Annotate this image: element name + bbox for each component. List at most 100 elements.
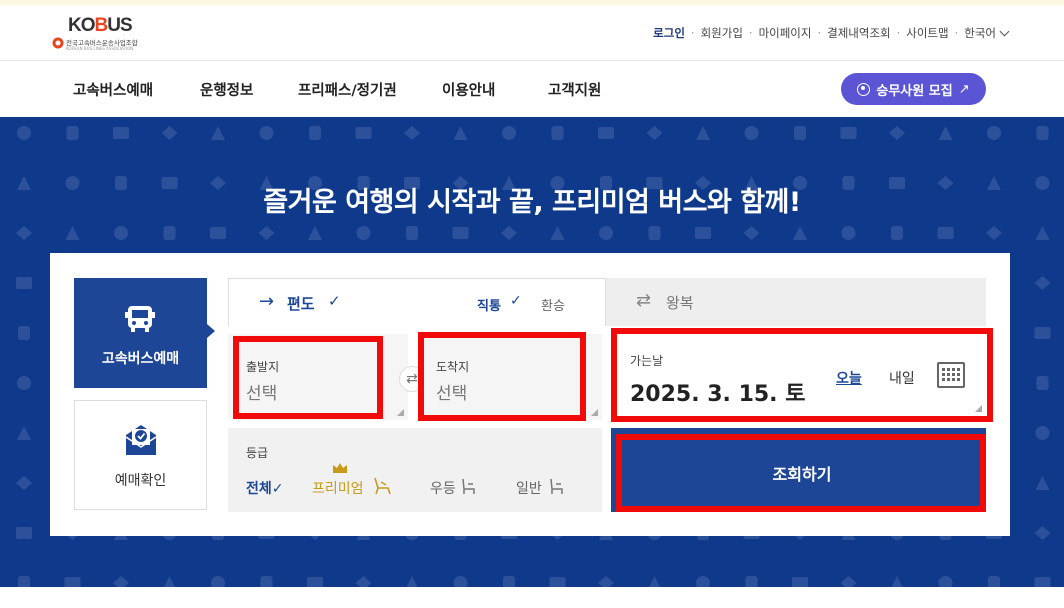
pattern-travel-icon [988, 576, 1000, 587]
chevron-down-icon [999, 26, 1010, 36]
pattern-travel-icon [16, 527, 32, 539]
grade-excellent-option[interactable]: 우등 [430, 478, 456, 498]
pattern-travel-icon [792, 577, 808, 587]
transfer-option[interactable]: 환승 [541, 295, 565, 314]
grade-selector: 등급 전체✓ 프리미엄 우등 일반 [228, 428, 602, 512]
pattern-travel-icon [840, 127, 857, 139]
excellent-seat-icon [462, 478, 475, 494]
tab-oneway-label: 편도 [287, 295, 315, 313]
departure-date-field[interactable]: 가는날 2025. 3. 15. 토 오늘 내일 [612, 334, 986, 416]
pattern-travel-icon [355, 127, 372, 139]
pattern-travel-icon [356, 226, 371, 240]
direct-option[interactable]: 직통 [477, 295, 501, 314]
pattern-travel-icon [307, 577, 323, 587]
kobus-logo[interactable]: KOBUS 전국고속버스운송사업조합 KOREAN BUS LINES ASSO… [52, 15, 152, 55]
language-select[interactable]: 한국어 [964, 25, 996, 41]
site-header: KOBUS 전국고속버스운송사업조합 KOREAN BUS LINES ASSO… [0, 5, 1064, 61]
pattern-travel-icon [840, 576, 857, 587]
grade-premium-option[interactable]: 프리미엄 [312, 478, 364, 498]
pattern-travel-icon [161, 126, 178, 140]
nav-item-booking[interactable]: 고속버스예매 [73, 79, 153, 100]
pattern-travel-icon [744, 126, 759, 140]
pattern-travel-icon [211, 126, 225, 140]
pattern-travel-icon [452, 227, 469, 239]
normal-seat-icon [550, 478, 563, 494]
side-tab-confirm[interactable]: 예매확인 [74, 400, 207, 510]
departure-field[interactable]: 출발지 선택 [228, 334, 408, 420]
pattern-travel-icon [891, 576, 903, 587]
nav-item-guide[interactable]: 이용안내 [442, 79, 495, 100]
pattern-travel-icon [16, 476, 32, 490]
grade-all-option[interactable]: 전체✓ [246, 478, 284, 498]
side-tab-booking[interactable]: 고속버스예매 [74, 278, 207, 388]
pattern-travel-icon [938, 126, 953, 140]
bus-icon [125, 306, 155, 332]
utility-menu: 로그인 · 회원가입 · 마이페이지 · 결제내역조회 · 사이트맵 · 한국어 [653, 25, 1010, 41]
external-arrow-icon: ↗ [958, 81, 970, 97]
calendar-icon[interactable] [937, 362, 965, 388]
pattern-travel-icon [501, 226, 517, 240]
pattern-travel-icon [598, 127, 614, 139]
ticket-check-icon [125, 425, 157, 455]
search-button[interactable]: 조회하기 [620, 438, 984, 508]
pattern-travel-icon [163, 226, 176, 240]
pattern-travel-icon [453, 126, 468, 140]
pattern-travel-icon [17, 426, 31, 440]
nav-item-freepass[interactable]: 프리패스/정기권 [298, 79, 397, 100]
pattern-travel-icon [258, 226, 275, 240]
grade-normal-option[interactable]: 일반 [516, 478, 542, 498]
signup-link[interactable]: 회원가입 [701, 25, 743, 41]
pattern-travel-icon [1034, 276, 1051, 290]
arrival-field[interactable]: 도착지 선택 [418, 334, 602, 420]
pattern-travel-icon [743, 226, 760, 240]
pattern-travel-icon [987, 126, 1001, 140]
recruit-label: 승무사원 모집 [876, 83, 953, 99]
tab-roundtrip[interactable]: ⇄ 왕복 [606, 278, 986, 326]
pattern-travel-icon [649, 576, 660, 587]
sitemap-link[interactable]: 사이트맵 [906, 25, 948, 41]
date-label: 가는날 [630, 354, 664, 368]
payment-history-link[interactable]: 결제내역조회 [827, 25, 890, 41]
pattern-travel-icon [64, 577, 81, 587]
date-value: 2025. 3. 15. 토 [630, 382, 806, 407]
pattern-travel-icon [113, 127, 129, 139]
pattern-travel-icon [889, 126, 905, 140]
pattern-travel-icon [16, 277, 32, 289]
login-link[interactable]: 로그인 [653, 25, 685, 41]
arrival-label: 도착지 [436, 360, 470, 374]
pattern-travel-icon [18, 576, 30, 587]
pattern-travel-icon [355, 576, 372, 587]
pattern-travel-icon [406, 576, 418, 587]
pattern-travel-icon [793, 226, 807, 240]
crown-icon [333, 463, 347, 473]
pattern-travel-icon [1035, 226, 1050, 240]
pattern-travel-icon [113, 576, 129, 587]
pattern-travel-icon [16, 226, 32, 240]
pattern-travel-icon [404, 126, 420, 140]
pattern-travel-icon [503, 576, 515, 587]
pattern-travel-icon [18, 326, 30, 340]
pattern-travel-icon [453, 576, 468, 587]
nav-item-schedule[interactable]: 운행정보 [200, 79, 253, 100]
pattern-travel-icon [1034, 526, 1051, 540]
pattern-travel-icon [598, 576, 614, 587]
arrival-value: 선택 [436, 384, 468, 404]
today-button[interactable]: 오늘 [836, 368, 862, 388]
pattern-travel-icon [938, 576, 953, 587]
pattern-travel-icon [114, 226, 128, 240]
pattern-travel-icon [696, 126, 710, 140]
tab-oneway[interactable]: → 편도 ✓ 직통 ✓ 환승 [228, 278, 606, 326]
tomorrow-button[interactable]: 내일 [889, 368, 915, 388]
pattern-travel-icon [841, 226, 856, 240]
pattern-travel-icon [794, 126, 806, 140]
grade-label: 등급 [246, 446, 269, 460]
nav-item-support[interactable]: 고객지원 [548, 79, 601, 100]
pattern-travel-icon [308, 226, 322, 240]
swap-arrows-icon: ⇄ [636, 290, 652, 311]
premium-seat-icon [374, 477, 391, 495]
hero-title: 즐거운 여행의 시작과 끝, 프리미엄 버스와 함께! [263, 187, 801, 218]
pattern-travel-icon [599, 226, 613, 240]
recruit-button[interactable]: 승무사원 모집 ↗ [841, 73, 986, 105]
pattern-travel-icon [164, 576, 175, 587]
mypage-link[interactable]: 마이페이지 [759, 25, 812, 41]
